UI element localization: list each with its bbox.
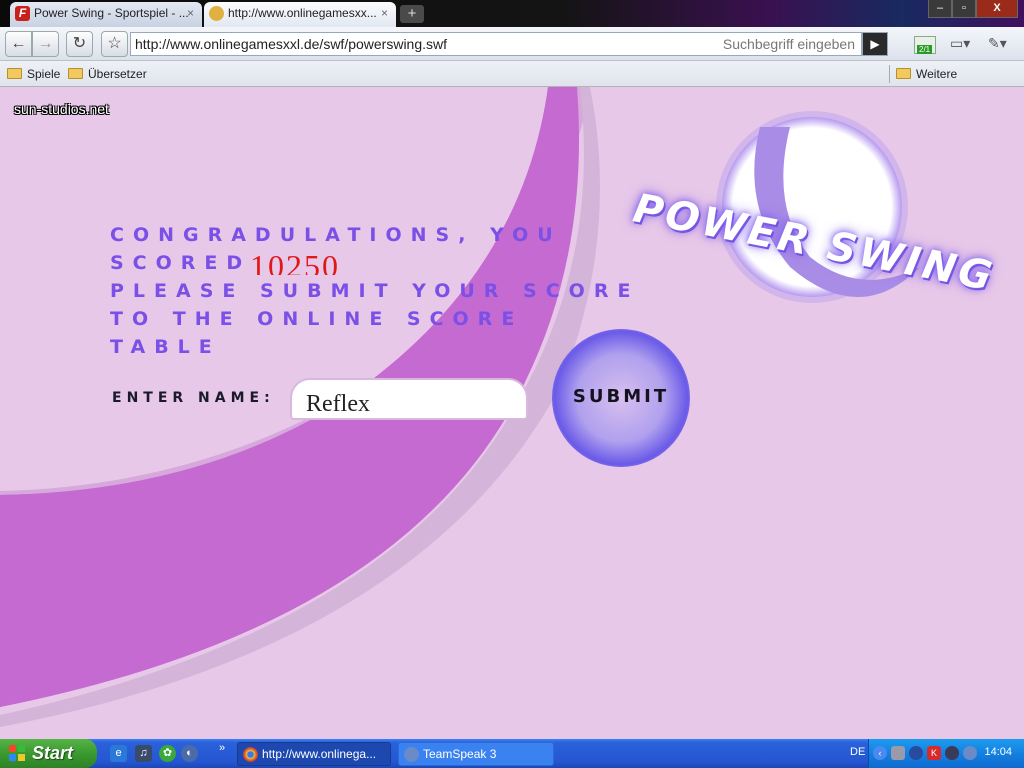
system-tray: ‹ K 14:04 xyxy=(868,739,1024,768)
tab-title: http://www.onlinegamesxx... xyxy=(228,6,377,20)
messenger-icon[interactable]: ✿ xyxy=(159,745,176,762)
bookmarks-bar: Spiele Übersetzer Weitere Lesezeichen xyxy=(0,61,1024,99)
site-favicon-icon xyxy=(209,6,224,21)
taskbar-item-chrome[interactable]: http://www.onlinega... xyxy=(237,742,391,766)
submit-prompt-line: table xyxy=(110,336,221,358)
forward-button[interactable]: → xyxy=(32,31,59,57)
score-value: 10250 xyxy=(250,248,340,275)
tray-network-icon[interactable] xyxy=(909,746,923,760)
tab-close-icon[interactable]: × xyxy=(187,2,194,25)
bookmark-star-button[interactable]: ☆ xyxy=(101,31,128,57)
submit-prompt-line: to the online score xyxy=(110,308,524,330)
teamspeak-icon xyxy=(404,747,419,762)
tab-onlinegamesxxl[interactable]: http://www.onlinegamesxx... × xyxy=(204,2,396,27)
tray-teamspeak-icon[interactable] xyxy=(963,746,977,760)
clock: 14:04 xyxy=(984,746,1012,758)
go-button[interactable]: ▶ xyxy=(862,32,888,56)
windows-logo-icon xyxy=(9,745,26,762)
bookmark-folder-uebersetzer[interactable]: Übersetzer xyxy=(68,65,147,83)
extension-badge: 2/1 xyxy=(917,45,933,54)
flash-game-icon: F xyxy=(15,6,30,21)
start-button[interactable]: Start xyxy=(0,739,97,768)
credit-text: sun-studios.net xyxy=(14,101,109,117)
taskbar-item-label: http://www.onlinega... xyxy=(262,747,377,761)
url-text: http://www.onlinegamesxxl.de/swf/powersw… xyxy=(135,36,448,52)
language-indicator[interactable]: DE xyxy=(850,746,865,758)
maximize-button[interactable]: ▫ xyxy=(952,0,976,18)
taskbar: Start e ♫ ✿ ◐ » http://www.onlinega... T… xyxy=(0,739,1024,768)
tab-title: Power Swing - Sportspiel - ... xyxy=(34,6,189,20)
reload-button[interactable]: ↻ xyxy=(66,31,93,57)
tray-steam-icon[interactable] xyxy=(945,746,959,760)
other-bookmarks-folder[interactable]: Weitere Lesezeichen xyxy=(896,65,1024,99)
submit-score-button[interactable]: Submit xyxy=(552,381,690,411)
tray-expand-icon[interactable]: ‹ xyxy=(873,746,887,760)
scored-label: scored xyxy=(110,252,252,274)
media-player-icon[interactable]: ♫ xyxy=(135,745,152,762)
tab-close-icon[interactable]: × xyxy=(381,2,388,25)
page-menu-icon[interactable]: ▭▾ xyxy=(950,35,970,52)
folder-icon xyxy=(896,68,911,79)
bookmarks-divider xyxy=(889,65,890,83)
close-window-button[interactable]: X xyxy=(976,0,1018,18)
folder-icon xyxy=(68,68,83,79)
tray-app-icon[interactable] xyxy=(891,746,905,760)
tab-power-swing[interactable]: F Power Swing - Sportspiel - ... × xyxy=(10,2,202,27)
title-bar: F Power Swing - Sportspiel - ... × http:… xyxy=(0,0,1024,27)
name-input[interactable] xyxy=(290,378,528,420)
address-bar[interactable]: http://www.onlinegamesxxl.de/swf/powersw… xyxy=(130,32,862,56)
name-label: Enter Name: xyxy=(112,390,275,406)
internet-explorer-icon[interactable]: e xyxy=(110,745,127,762)
quicklaunch-more-icon[interactable]: » xyxy=(219,742,225,754)
game-canvas[interactable]: sun-studios.net Power Swing Congradulati… xyxy=(0,87,1024,739)
browser-toolbar: ← → ↻ ☆ http://www.onlinegamesxxl.de/swf… xyxy=(0,27,1024,61)
extension-icon[interactable]: 2/1 xyxy=(914,36,936,54)
search-hint: Suchbegriff eingeben xyxy=(722,36,855,52)
minimize-button[interactable]: – xyxy=(928,0,952,18)
bookmark-folder-spiele[interactable]: Spiele xyxy=(7,65,60,83)
chrome-icon xyxy=(243,747,258,762)
teamspeak-icon[interactable]: ◐ xyxy=(181,745,198,762)
bookmark-label: Übersetzer xyxy=(88,67,147,81)
tray-antivirus-icon[interactable]: K xyxy=(927,746,941,760)
back-button[interactable]: ← xyxy=(5,31,32,57)
start-label: Start xyxy=(32,743,74,763)
new-tab-button[interactable]: + xyxy=(400,5,424,23)
wrench-menu-icon[interactable]: ✎▾ xyxy=(988,35,1007,52)
submit-prompt-line: please submit your score xyxy=(110,280,640,302)
taskbar-item-label: TeamSpeak 3 xyxy=(423,747,497,761)
folder-icon xyxy=(7,68,22,79)
congrats-line: Congradulations, you xyxy=(110,224,562,246)
taskbar-item-teamspeak[interactable]: TeamSpeak 3 xyxy=(398,742,554,766)
bookmark-label: Spiele xyxy=(27,67,61,81)
